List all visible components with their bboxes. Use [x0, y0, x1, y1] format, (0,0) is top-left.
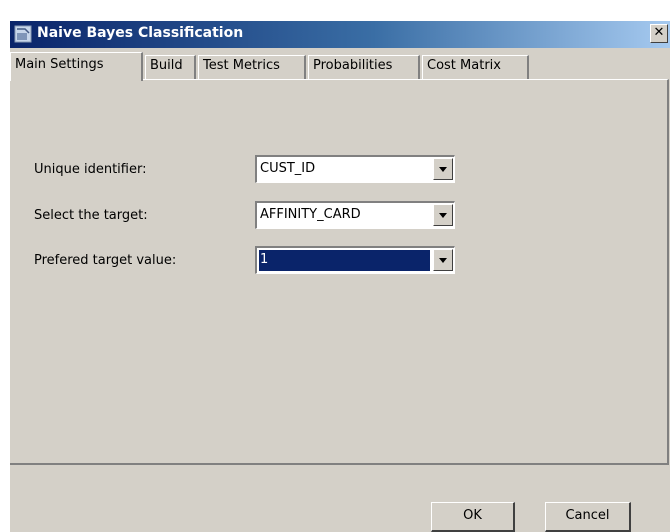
tab-probabilities[interactable]: Probabilities — [308, 55, 420, 79]
tab-main-settings-label: Main Settings — [15, 57, 104, 72]
chevron-down-icon — [439, 258, 447, 263]
target-label: Select the target: — [34, 208, 148, 223]
window-title: Naive Bayes Classification — [37, 25, 244, 41]
tab-cost-matrix[interactable]: Cost Matrix — [422, 55, 529, 79]
target-select[interactable]: AFFINITY_CARD — [255, 201, 455, 229]
cancel-button-label: Cancel — [565, 508, 610, 523]
tab-test-metrics-label: Test Metrics — [203, 58, 280, 73]
unique-identifier-dropdown-button[interactable] — [433, 158, 453, 180]
dialog-window: Naive Bayes Classification ✕ Main Settin… — [9, 20, 670, 532]
tab-probabilities-label: Probabilities — [313, 58, 393, 73]
target-value: AFFINITY_CARD — [260, 207, 361, 222]
close-icon: ✕ — [653, 25, 665, 40]
title-bar[interactable]: Naive Bayes Classification ✕ — [10, 21, 670, 48]
tab-cost-matrix-label: Cost Matrix — [427, 58, 501, 73]
cancel-button[interactable]: Cancel — [545, 502, 631, 532]
preferred-target-value-select[interactable]: 1 — [255, 246, 455, 274]
chevron-down-icon — [439, 167, 447, 172]
unique-identifier-value: CUST_ID — [260, 161, 316, 176]
app-icon — [14, 25, 32, 43]
tab-test-metrics[interactable]: Test Metrics — [198, 55, 306, 79]
preferred-target-value-label: Prefered target value: — [34, 253, 177, 268]
ok-button-label: OK — [463, 508, 482, 523]
chevron-down-icon — [439, 213, 447, 218]
tab-build-label: Build — [150, 58, 183, 73]
preferred-target-value-dropdown-button[interactable] — [433, 249, 453, 271]
unique-identifier-label: Unique identifier: — [34, 162, 147, 177]
target-dropdown-button[interactable] — [433, 204, 453, 226]
preferred-target-value: 1 — [259, 250, 430, 271]
close-button[interactable]: ✕ — [650, 24, 668, 43]
ok-button[interactable]: OK — [431, 502, 515, 532]
tab-main-settings[interactable]: Main Settings — [10, 52, 143, 81]
tab-build[interactable]: Build — [145, 55, 196, 79]
tab-panel: Unique identifier: CUST_ID Select the ta… — [10, 79, 669, 465]
unique-identifier-select[interactable]: CUST_ID — [255, 155, 455, 183]
